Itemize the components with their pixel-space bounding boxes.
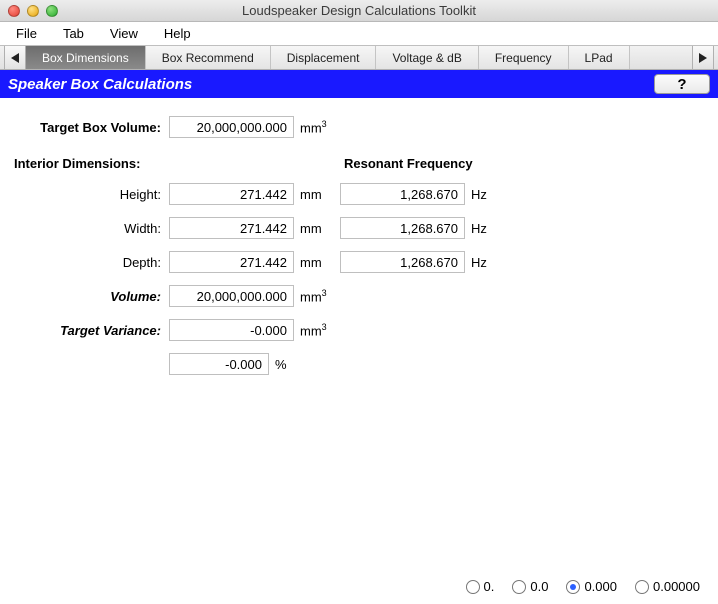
input-rf-width[interactable] [340, 217, 465, 239]
precision-option-0[interactable]: 0. [466, 579, 495, 594]
label-target-variance: Target Variance: [14, 323, 169, 338]
label-width: Width: [14, 221, 169, 236]
input-target-variance-pct[interactable] [169, 353, 269, 375]
input-volume[interactable] [169, 285, 294, 307]
unit-mm: mm [294, 187, 334, 202]
tab-scroll-right[interactable] [692, 46, 714, 69]
tab-box-recommend[interactable]: Box Recommend [146, 46, 271, 69]
unit-hz: Hz [465, 255, 505, 270]
label-depth: Depth: [14, 255, 169, 270]
input-target-box-volume[interactable] [169, 116, 294, 138]
label-volume: Volume: [14, 289, 169, 304]
precision-bar: 0. 0.0 0.000 0.00000 [466, 579, 700, 594]
radio-icon [512, 580, 526, 594]
tab-displacement[interactable]: Displacement [271, 46, 377, 69]
unit-hz: Hz [465, 221, 505, 236]
label-interior-dimensions: Interior Dimensions: [14, 156, 344, 171]
precision-option-1[interactable]: 0.0 [512, 579, 548, 594]
zoom-icon[interactable] [46, 5, 58, 17]
precision-option-3[interactable]: 0.00000 [635, 579, 700, 594]
radio-icon [635, 580, 649, 594]
input-rf-height[interactable] [340, 183, 465, 205]
section-header: Speaker Box Calculations ? [0, 70, 718, 98]
minimize-icon[interactable] [27, 5, 39, 17]
help-button[interactable]: ? [654, 74, 710, 94]
menubar: File Tab View Help [0, 22, 718, 46]
menu-view[interactable]: View [98, 23, 150, 44]
tab-frequency[interactable]: Frequency [479, 46, 569, 69]
unit-percent: % [269, 357, 309, 372]
input-target-variance[interactable] [169, 319, 294, 341]
window-controls [0, 5, 58, 17]
radio-icon [466, 580, 480, 594]
section-title: Speaker Box Calculations [8, 76, 192, 93]
unit-mm3: mm3 [294, 322, 334, 338]
tab-scroll-left[interactable] [4, 46, 26, 69]
tab-voltage-db[interactable]: Voltage & dB [376, 46, 478, 69]
chevron-left-icon [11, 53, 19, 63]
tabbar: Box Dimensions Box Recommend Displacemen… [0, 46, 718, 70]
tabs: Box Dimensions Box Recommend Displacemen… [26, 46, 692, 69]
radio-icon [566, 580, 580, 594]
input-width[interactable] [169, 217, 294, 239]
label-resonant-frequency: Resonant Frequency [344, 156, 473, 171]
unit-mm3: mm3 [294, 119, 334, 135]
window-title: Loudspeaker Design Calculations Toolkit [0, 3, 718, 18]
unit-mm: mm [294, 255, 334, 270]
menu-help[interactable]: Help [152, 23, 203, 44]
unit-mm3: mm3 [294, 288, 334, 304]
input-depth[interactable] [169, 251, 294, 273]
titlebar: Loudspeaker Design Calculations Toolkit [0, 0, 718, 22]
input-rf-depth[interactable] [340, 251, 465, 273]
tab-lpad[interactable]: LPad [569, 46, 630, 69]
unit-hz: Hz [465, 187, 505, 202]
precision-option-2[interactable]: 0.000 [566, 579, 617, 594]
unit-mm: mm [294, 221, 334, 236]
menu-file[interactable]: File [4, 23, 49, 44]
label-height: Height: [14, 187, 169, 202]
precision-label: 0.0 [530, 579, 548, 594]
close-icon[interactable] [8, 5, 20, 17]
label-target-box-volume: Target Box Volume: [14, 120, 169, 135]
precision-label: 0. [484, 579, 495, 594]
tab-box-dimensions[interactable]: Box Dimensions [26, 46, 146, 69]
content-area: Target Box Volume: mm3 Interior Dimensio… [0, 98, 718, 393]
input-height[interactable] [169, 183, 294, 205]
chevron-right-icon [699, 53, 707, 63]
precision-label: 0.000 [584, 579, 617, 594]
precision-label: 0.00000 [653, 579, 700, 594]
menu-tab[interactable]: Tab [51, 23, 96, 44]
